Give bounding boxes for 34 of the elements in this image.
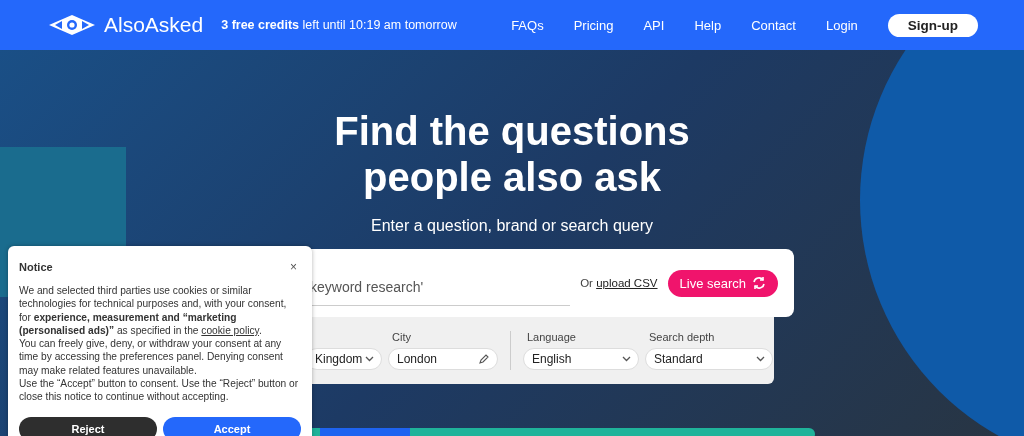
nav-link[interactable]: Login [825, 17, 858, 33]
notice-text: You can freely give, deny, or withdraw your consent at any time by accessing the preferences panel. Denying consent may make related features unavailable. [19, 337, 284, 378]
filter-label: Language [526, 331, 577, 344]
refresh-icon [752, 276, 766, 290]
nav-link[interactable]: API [643, 17, 665, 33]
hero-subtitle: Enter a question, brand or search query [371, 217, 653, 235]
upload-text: Or upload CSV [580, 277, 658, 289]
dropdown[interactable]: Standard [645, 348, 773, 370]
cookie-policy-link[interactable]: cookie policy [201, 324, 259, 336]
notice-title: Notice [19, 261, 53, 273]
chevron-down-icon [622, 356, 631, 362]
nav-link[interactable]: Contact [751, 17, 796, 33]
filter-label: City [391, 331, 412, 344]
nav-link[interactable]: Pricing [573, 17, 614, 33]
chevron-down-icon [756, 356, 765, 362]
hero-title: Find the questions people also ask [333, 108, 691, 200]
filter-label: Search depth [648, 331, 716, 344]
accept-button[interactable]: Accept [163, 416, 301, 436]
notice-text: We and selected third parties use cookies or similar technologies for technical purposes and, with your consent, for experience, measurement and “marketing (personalised ads)” as specified in the cookie policy. [19, 284, 288, 338]
pencil-icon [478, 353, 490, 365]
reject-button[interactable]: Reject [19, 416, 157, 436]
live-search-button[interactable]: Live search [667, 269, 778, 297]
notice-text: Use the “Accept” button to consent. Use the “Reject” button or close this notice to continue without accepting. [19, 377, 300, 404]
brand-name: AlsoAsked [104, 13, 204, 37]
logo-icon [48, 14, 96, 36]
chevron-down-icon [365, 356, 374, 362]
upload-link[interactable]: upload CSV [596, 277, 658, 289]
nav-link[interactable]: FAQs [511, 17, 544, 33]
close-button[interactable]: × [286, 260, 301, 274]
signup-button[interactable]: Sign-up [887, 13, 978, 37]
city-field[interactable]: London [388, 348, 498, 370]
nav-link[interactable]: Help [694, 17, 722, 33]
credits-text: 3 free credits left until 10:19 am tomorrow [221, 18, 458, 32]
dropdown[interactable]: English [523, 348, 639, 370]
